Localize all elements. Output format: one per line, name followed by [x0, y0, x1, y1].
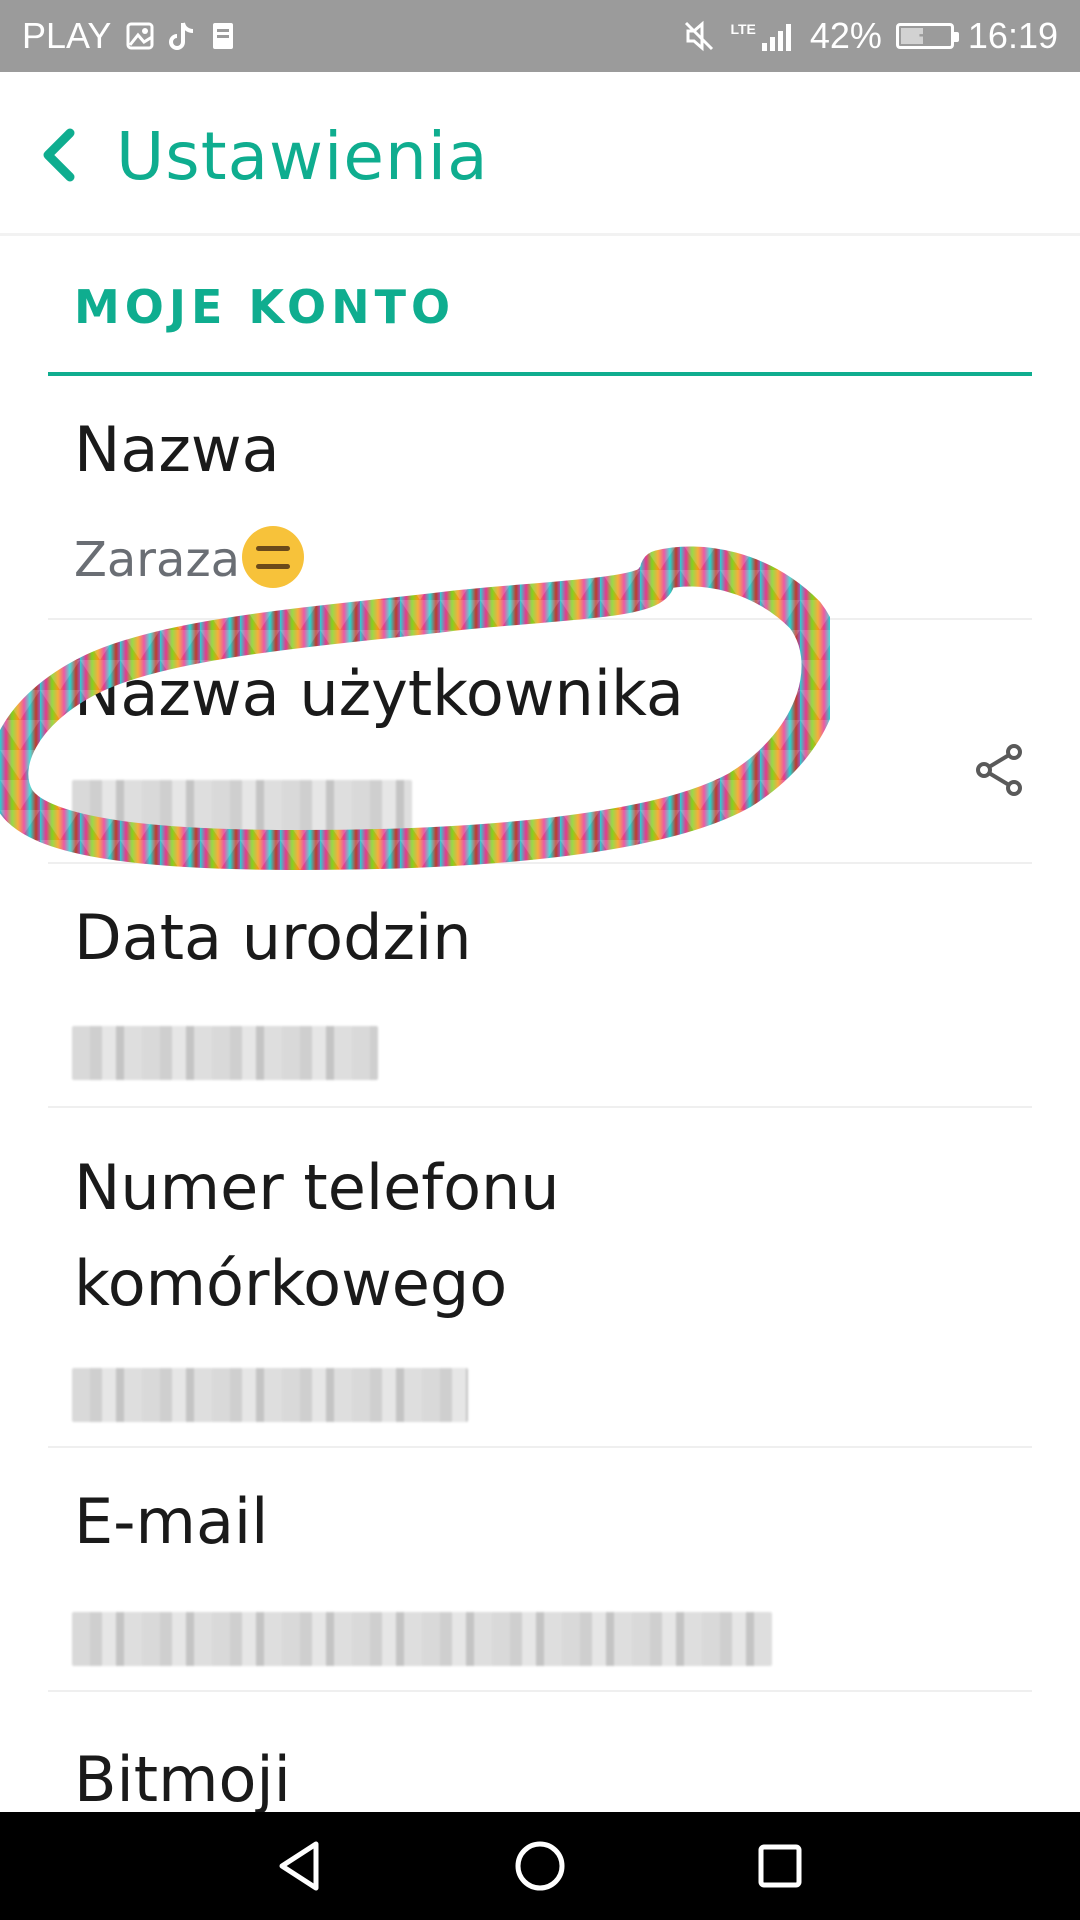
row-title: Numer telefonu	[74, 1151, 560, 1224]
home-circle-icon	[515, 1841, 565, 1891]
display-name: Zaraza	[74, 532, 241, 588]
row-value-name: Zaraza	[74, 526, 305, 588]
back-triangle-icon	[279, 1841, 319, 1891]
battery-percent: 42%	[809, 15, 882, 56]
carrier-label: PLAY	[22, 15, 112, 56]
settings-row-name[interactable]: Nazwa Zaraza	[48, 376, 1032, 620]
mute-icon	[682, 19, 716, 53]
settings-row-email[interactable]: E-mail	[48, 1448, 1032, 1692]
expressionless-face-emoji-icon	[242, 526, 305, 588]
recents-square-icon	[758, 1844, 802, 1888]
back-button[interactable]	[30, 120, 90, 190]
clock: 16:19	[967, 15, 1058, 56]
storage-icon	[211, 21, 235, 51]
settings-row-username[interactable]: Nazwa użytkownika	[48, 620, 1032, 864]
chevron-left-icon	[43, 128, 75, 182]
settings-row-phone[interactable]: Numer telefonu komórkowego	[48, 1108, 1032, 1448]
share-icon[interactable]	[968, 738, 1032, 802]
redacted-phone	[72, 1368, 468, 1422]
row-title: Nazwa	[74, 413, 280, 486]
status-bar: PLAY LTE 42% + 16:19	[0, 0, 1080, 72]
lte-signal-icon: LTE	[730, 21, 795, 51]
row-title: Nazwa użytkownika	[74, 657, 684, 730]
row-title: E-mail	[74, 1485, 269, 1558]
row-title: Bitmoji	[74, 1743, 291, 1812]
redacted-email	[72, 1612, 772, 1666]
battery-charging-icon: +	[895, 23, 959, 49]
row-title: Data urodzin	[74, 901, 472, 974]
nav-back-button[interactable]	[260, 1826, 340, 1906]
status-right: LTE 42% + 16:19	[682, 15, 1058, 57]
app-header: Ustawienia	[0, 72, 1080, 236]
redacted-birthdate	[72, 1026, 378, 1080]
row-title: komórkowego	[74, 1247, 508, 1320]
settings-row-bitmoji[interactable]: Bitmoji	[48, 1692, 1032, 1812]
nav-home-button[interactable]	[500, 1826, 580, 1906]
network-label: LTE	[730, 21, 756, 37]
redacted-username	[72, 780, 412, 834]
nav-recents-button[interactable]	[740, 1826, 820, 1906]
settings-row-birthdate[interactable]: Data urodzin	[48, 864, 1032, 1108]
android-nav-bar	[0, 1812, 1080, 1920]
status-left: PLAY	[22, 15, 235, 57]
tiktok-icon	[169, 20, 197, 52]
gallery-icon	[125, 21, 155, 51]
page-title: Ustawienia	[116, 118, 489, 195]
section-title: MOJE KONTO	[74, 280, 456, 334]
